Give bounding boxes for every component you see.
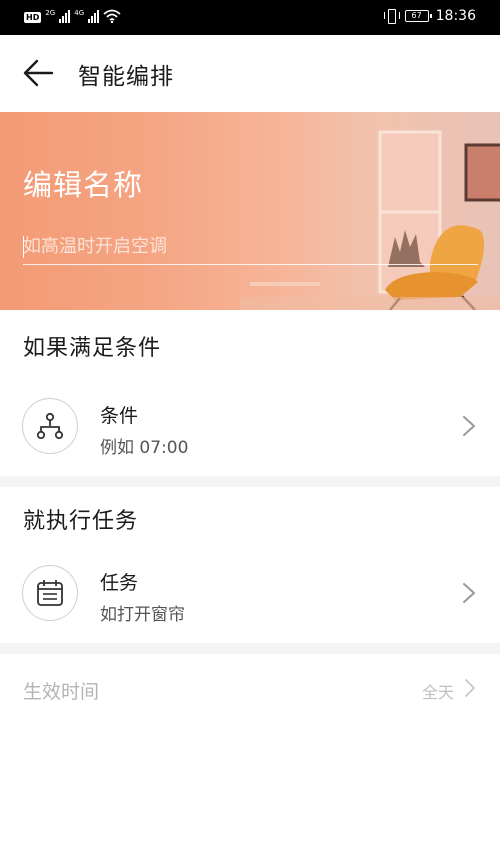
status-left: HD 2G 4G (24, 9, 121, 23)
app-header: 智能编排 (0, 35, 500, 112)
living-room-illustration (240, 130, 500, 310)
signal-icon (88, 10, 100, 23)
section-divider (0, 476, 500, 487)
name-banner: 编辑名称 (0, 112, 500, 310)
calendar-icon (22, 565, 78, 621)
chevron-right-icon (463, 583, 475, 603)
network-4g-label: 4G (74, 9, 85, 17)
hd-badge: HD (24, 12, 42, 23)
section-divider (0, 643, 500, 654)
wifi-icon (103, 9, 121, 23)
effective-time-value: 全天 (421, 683, 454, 702)
network-2g-label: 2G (45, 9, 56, 17)
back-arrow-icon[interactable] (22, 57, 54, 89)
condition-title: 条件 (100, 405, 139, 427)
chevron-right-icon (463, 416, 475, 436)
vibrate-icon (383, 8, 400, 24)
status-bar: HD 2G 4G 67 18:36 (0, 0, 500, 35)
banner-title: 编辑名称 (23, 168, 144, 202)
page-title: 智能编排 (78, 64, 174, 90)
task-subtitle: 如打开窗帘 (100, 605, 185, 625)
condition-heading: 如果满足条件 (23, 336, 162, 361)
chevron-right-icon (465, 679, 475, 697)
task-heading: 就执行任务 (23, 509, 139, 534)
clock: 18:36 (435, 8, 476, 24)
battery-icon: 67 (404, 10, 432, 22)
text-caret (23, 236, 24, 258)
effective-time-label: 生效时间 (23, 681, 100, 703)
condition-subtitle: 例如 07:00 (100, 438, 189, 458)
effective-time-row[interactable]: 生效时间 全天 (0, 657, 500, 719)
task-row[interactable]: 任务 如打开窗帘 (0, 548, 500, 638)
task-title: 任务 (100, 572, 139, 594)
flow-icon (22, 398, 78, 454)
scene-name-input[interactable] (23, 229, 478, 265)
signal-icon (59, 10, 71, 23)
status-right: 67 18:36 (383, 8, 476, 24)
condition-row[interactable]: 条件 例如 07:00 (0, 381, 500, 471)
